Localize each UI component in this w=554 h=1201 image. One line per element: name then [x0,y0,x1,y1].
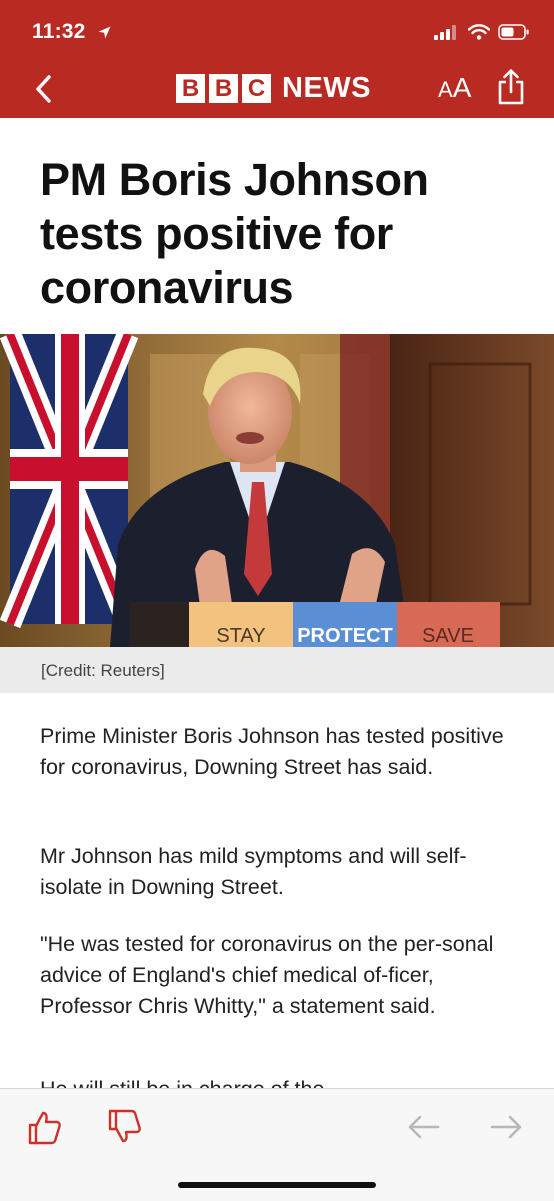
podium: STAY PROTECT SAVE [130,602,500,647]
article-headline: PM Boris Johnson tests positive for coro… [40,154,429,313]
bbc-news-logo: B B C NEWS [176,74,371,103]
article-paragraph: "He was tested for coronavirus on the pe… [40,932,494,1018]
status-time-text: 11:32 [32,20,86,43]
photo-credit: [Credit: Reuters] [41,661,165,680]
logo-letter-b1: B [176,74,205,103]
arrow-left-icon [408,1115,440,1139]
arrow-right-icon [490,1115,522,1139]
logo-letter-b2: B [209,74,238,103]
previous-article-button[interactable] [404,1107,444,1147]
wifi-icon [468,24,490,40]
status-icons [434,20,530,44]
font-size-button[interactable]: AA [438,74,471,102]
back-button[interactable] [28,72,58,106]
top-bar: 11:32 B B C NEWS AA [0,0,554,118]
signal-icon [434,25,456,40]
article-photo: STAY PROTECT SAVE [0,334,554,647]
logo-letter-c: C [242,74,271,103]
like-button[interactable] [24,1107,64,1147]
thumbs-down-icon [108,1109,141,1143]
podium-sign-protect: PROTECT [297,625,393,647]
battery-icon [498,24,529,40]
dislike-button[interactable] [104,1107,144,1147]
logo-news-text: NEWS [282,72,371,104]
nav-bar: B B C NEWS AA [0,60,554,118]
thumbs-up-icon [28,1111,61,1145]
share-button[interactable] [496,69,526,105]
chevron-left-icon [36,75,51,103]
press-conference-photo: STAY PROTECT SAVE [0,334,554,647]
location-arrow-icon [98,26,111,39]
font-size-small: A [438,77,453,102]
podium-sign-stay: STAY [216,625,265,647]
share-icon [498,69,524,105]
article-paragraph: Mr Johnson has mild symptoms and will se… [40,844,467,899]
status-time: 11:32 [32,20,111,44]
podium-sign-save: SAVE [422,625,474,647]
photo-caption: [Credit: Reuters] [0,647,554,693]
font-size-large: A [452,72,472,103]
next-article-button[interactable] [486,1107,526,1147]
home-indicator[interactable] [178,1182,376,1188]
article-paragraph: Prime Minister Boris Johnson has tested … [40,724,504,779]
union-flag [0,334,139,629]
